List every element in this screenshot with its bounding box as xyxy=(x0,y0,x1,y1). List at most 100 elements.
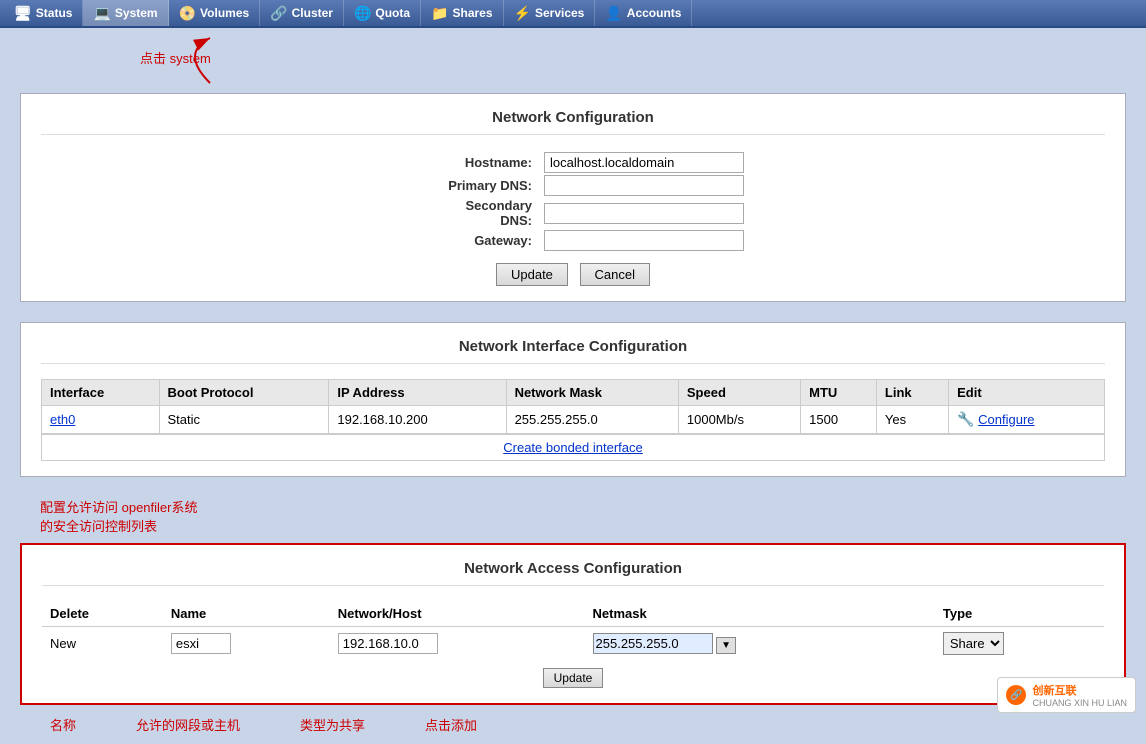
network-interface-panel: Network Interface Configuration Interfac… xyxy=(20,322,1126,477)
annotation-type: 类型为共享 xyxy=(300,715,365,734)
network-access-panel: Network Access Configuration Delete Name… xyxy=(20,543,1126,705)
primary-dns-label: Primary DNS: xyxy=(402,175,542,196)
access-delete-new: New xyxy=(42,627,163,661)
access-network-cell xyxy=(330,627,585,661)
access-name-cell xyxy=(163,627,330,661)
watermark: 🔗 创新互联 CHUANG XIN HU LIAN xyxy=(997,677,1136,713)
interface-eth0-boot: Static xyxy=(159,406,329,434)
page-wrapper: 🖥 Status 💻 System 📀 Volumes 🔗 Cluster 🌐 Quota 📁 Sha… xyxy=(0,0,1146,744)
col-link: Link xyxy=(876,380,948,406)
accounts-nav-icon: 👤 xyxy=(605,5,622,22)
nav-tab-shares[interactable]: 📁 Shares xyxy=(421,0,503,26)
nav-tab-cluster[interactable]: 🔗 Cluster xyxy=(260,0,344,26)
interface-eth0-edit[interactable]: 🔧 Configure xyxy=(949,406,1105,434)
accounts-nav-label: Accounts xyxy=(627,6,682,20)
interface-eth0-mtu: 1500 xyxy=(801,406,877,434)
gateway-label: Gateway: xyxy=(402,230,542,251)
secondary-dns-row: SecondaryDNS: xyxy=(402,198,744,228)
access-col-delete: Delete xyxy=(42,601,163,627)
access-type-select[interactable]: Share Host xyxy=(943,632,1004,655)
shares-nav-icon: 📁 xyxy=(431,5,448,22)
access-netmask-select[interactable] xyxy=(593,633,713,654)
interface-eth0-speed: 1000Mb/s xyxy=(678,406,800,434)
access-network-input[interactable] xyxy=(338,633,438,654)
gateway-row: Gateway: xyxy=(402,230,744,251)
update-network-button[interactable]: Update xyxy=(496,263,568,286)
configure-icon: 🔧 xyxy=(957,411,974,427)
annotation-area: 点击 system xyxy=(20,38,1126,93)
col-ip-address: IP Address xyxy=(329,380,506,406)
nav-tab-system[interactable]: 💻 System xyxy=(83,0,168,26)
system-nav-icon: 💻 xyxy=(93,5,110,22)
netmask-dropdown-icon[interactable]: ▼ xyxy=(716,637,736,654)
nav-tab-volumes[interactable]: 📀 Volumes xyxy=(169,0,261,26)
access-col-netmask: Netmask xyxy=(585,601,935,627)
interface-table-header: Interface Boot Protocol IP Address Netwo… xyxy=(42,380,1105,406)
volumes-nav-icon: 📀 xyxy=(179,5,196,22)
interface-table: Interface Boot Protocol IP Address Netwo… xyxy=(41,379,1105,434)
access-name-input[interactable] xyxy=(171,633,231,654)
quota-nav-icon: 🌐 xyxy=(354,5,371,22)
secondary-dns-label: SecondaryDNS: xyxy=(402,198,542,228)
interface-eth0-ip: 192.168.10.200 xyxy=(329,406,506,434)
create-bonded-row: Create bonded interface xyxy=(41,434,1105,461)
col-interface: Interface xyxy=(42,380,160,406)
volumes-nav-label: Volumes xyxy=(200,6,249,20)
secondary-dns-input[interactable] xyxy=(544,203,744,224)
cluster-nav-label: Cluster xyxy=(292,6,333,20)
col-edit: Edit xyxy=(949,380,1105,406)
cancel-network-button[interactable]: Cancel xyxy=(580,263,650,286)
access-table: Delete Name Network/Host Netmask Type Ne… xyxy=(42,601,1104,660)
access-row-new: New ▼ Share xyxy=(42,627,1104,661)
interface-eth0-mask: 255.255.255.0 xyxy=(506,406,678,434)
hostname-label: Hostname: xyxy=(402,152,542,173)
hostname-row: Hostname: xyxy=(402,152,744,173)
interface-eth0-link-status: Yes xyxy=(876,406,948,434)
status-nav-label: Status xyxy=(36,6,73,20)
gateway-input[interactable] xyxy=(544,230,744,251)
network-config-form: Hostname: Primary DNS: SecondaryDNS: Gat… xyxy=(400,150,746,253)
nav-tab-quota[interactable]: 🌐 Quota xyxy=(344,0,421,26)
navbar: 🖥 Status 💻 System 📀 Volumes 🔗 Cluster 🌐 Quota 📁 Sha… xyxy=(0,0,1146,28)
nav-tab-status[interactable]: 🖥 Status xyxy=(4,0,83,26)
primary-dns-input[interactable] xyxy=(544,175,744,196)
access-type-cell: Share Host xyxy=(935,627,1104,661)
cluster-nav-icon: 🔗 xyxy=(270,5,287,22)
access-update-button[interactable]: Update xyxy=(543,668,604,688)
annotation-update: 点击添加 xyxy=(425,715,477,734)
bottom-annotations: 名称 允许的网段或主机 类型为共享 点击添加 xyxy=(20,715,1126,734)
annotation2-area: 配置允许访问 openfiler系统的安全访问控制列表 xyxy=(40,497,1126,535)
hostname-input[interactable] xyxy=(544,152,744,173)
watermark-logo: 🔗 xyxy=(1006,685,1026,705)
nav-tab-accounts[interactable]: 👤 Accounts xyxy=(595,0,692,26)
services-nav-label: Services xyxy=(535,6,584,20)
access-netmask-cell: ▼ xyxy=(585,627,935,661)
quota-nav-label: Quota xyxy=(375,6,410,20)
services-nav-icon: ⚡ xyxy=(514,5,531,22)
interface-eth0-link[interactable]: eth0 xyxy=(42,406,160,434)
network-config-buttons: Update Cancel xyxy=(41,263,1105,286)
access-col-network: Network/Host xyxy=(330,601,585,627)
access-col-type: Type xyxy=(935,601,1104,627)
watermark-text: 创新互联 CHUANG XIN HU LIAN xyxy=(1032,682,1127,708)
network-config-panel: Network Configuration Hostname: Primary … xyxy=(20,93,1126,302)
network-config-title: Network Configuration xyxy=(41,109,1105,135)
content-area: 点击 system Network Configuration Hostname… xyxy=(0,28,1146,744)
shares-nav-label: Shares xyxy=(453,6,493,20)
network-access-title: Network Access Configuration xyxy=(42,560,1104,586)
annotation-name: 名称 xyxy=(50,715,76,734)
network-interface-title: Network Interface Configuration xyxy=(41,338,1105,364)
col-mtu: MTU xyxy=(801,380,877,406)
interface-row-eth0: eth0 Static 192.168.10.200 255.255.255.0… xyxy=(42,406,1105,434)
nav-tab-services[interactable]: ⚡ Services xyxy=(504,0,596,26)
access-table-header: Delete Name Network/Host Netmask Type xyxy=(42,601,1104,627)
access-update-area: Update xyxy=(42,668,1104,688)
access-col-name: Name xyxy=(163,601,330,627)
create-bonded-link[interactable]: Create bonded interface xyxy=(503,440,642,455)
col-speed: Speed xyxy=(678,380,800,406)
annotation2-text: 配置允许访问 openfiler系统的安全访问控制列表 xyxy=(40,500,197,534)
red-arrow xyxy=(150,33,230,88)
primary-dns-row: Primary DNS: xyxy=(402,175,744,196)
system-nav-label: System xyxy=(115,6,158,20)
status-nav-icon: 🖥 xyxy=(14,5,32,22)
